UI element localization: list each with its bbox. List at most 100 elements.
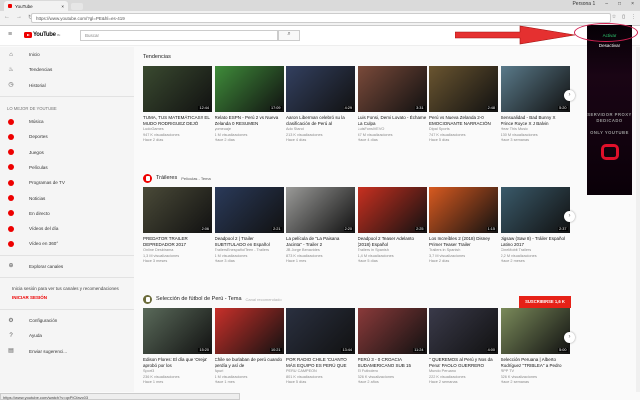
sidebar-item-tendencias[interactable]: ♨ Tendencias xyxy=(0,62,134,77)
shelf-title[interactable]: Tráileres xyxy=(156,175,177,181)
video-title[interactable]: Deadpool 2 Teaser Adelanto (2018) Españo… xyxy=(358,236,427,248)
video-title[interactable]: Perú vs Nueva Zelanda 2-0 EMOCIONANTE NA… xyxy=(429,115,498,127)
video-card[interactable]: 4:00 " QUEREMOS al Perú y Nos da Pena' PA… xyxy=(429,308,498,386)
sidebar-item-m-sica[interactable]: Música xyxy=(0,114,134,129)
browser-tab[interactable]: YouTube × xyxy=(4,1,68,11)
video-thumbnail[interactable]: 1:15 xyxy=(429,187,498,233)
next-arrow-button[interactable]: › xyxy=(564,211,575,222)
video-title[interactable]: Selección Peruana | Alberto Rodríguez "T… xyxy=(501,357,570,369)
video-thumbnail[interactable]: 2:37 xyxy=(500,187,570,233)
shelf-title[interactable]: Selección de fútbol de Perú - Tema xyxy=(156,296,242,302)
sidebar-item-noticias[interactable]: Noticias xyxy=(0,190,134,205)
video-title[interactable]: La película de "La Paisana Jacinta" - Tr… xyxy=(286,236,355,248)
search-button[interactable]: ⌕ xyxy=(278,30,300,41)
next-arrow-button[interactable]: › xyxy=(564,90,575,101)
sidebar-item-pel-culas[interactable]: Películas xyxy=(0,160,134,175)
video-thumbnail[interactable]: 4:29 xyxy=(286,66,355,112)
video-thumbnail[interactable]: 10:21 xyxy=(214,308,284,354)
video-card[interactable]: 5:20 Sensualidad - Bad Bunny X Prince Roy… xyxy=(500,66,570,144)
video-title[interactable]: Los Increíbles 2 (2018) Disney Primer Te… xyxy=(429,236,498,248)
video-thumbnail[interactable]: 11:24 xyxy=(357,308,427,354)
profile-button[interactable]: Persona 1 xyxy=(572,1,595,7)
sidebar-item-deportes[interactable]: Deportes xyxy=(0,129,134,144)
shelf-subtitle[interactable]: Películas - Tema xyxy=(181,176,211,181)
video-title[interactable]: POR RADIO CHILE 'CUANTO MÁS EQUIPO ES PE… xyxy=(286,357,355,369)
deactivate-button[interactable]: Desactivar xyxy=(587,43,632,48)
url-input[interactable]: https://www.youtube.com/?gl=PE&hl=es-419 xyxy=(31,13,611,23)
minimize-icon[interactable]: – xyxy=(605,1,608,7)
video-title[interactable]: " QUEREMOS al Perú y Nos da Pena' PAOLO … xyxy=(429,357,498,369)
video-thumbnail[interactable]: 2:48 xyxy=(429,66,498,112)
video-title[interactable]: Sensualidad - Bad Bunny X Prince Royce X… xyxy=(501,115,570,127)
sidebar-item-v-deos-del-d-a[interactable]: Vídeos del día xyxy=(0,221,134,236)
video-card[interactable]: 11:24 PERÚ 3 - 0 CROACIA SUDAMERICANO SUB… xyxy=(357,308,427,386)
video-title[interactable]: PREDATOR TRAILER DEPREDADOR 2017 xyxy=(143,236,212,248)
video-thumbnail[interactable]: 3:31 xyxy=(357,66,427,112)
video-title[interactable]: TUMA, TUS MATEMÁTICAS!! EL MUDO RODRIGUE… xyxy=(143,115,212,127)
browser-menu-icon[interactable]: ⋮ xyxy=(631,14,636,20)
video-title[interactable]: Jigsaw (Saw 8) - Tráiler Español Latino … xyxy=(501,236,570,248)
video-thumbnail[interactable]: 13:44 xyxy=(286,308,355,354)
video-card[interactable]: 2:20 La película de "La Paisana Jacinta" … xyxy=(286,187,355,265)
video-card[interactable]: 2:37 Jigsaw (Saw 8) - Tráiler Español Lat… xyxy=(500,187,570,265)
maximize-icon[interactable]: □ xyxy=(618,1,621,7)
sidebar-item-configuraci-n[interactable]: ⚙ Configuración xyxy=(0,313,134,328)
video-card[interactable]: 17:09 Relato ESPN - Perú 2 vs Nueva Zelan… xyxy=(214,66,284,144)
video-thumbnail[interactable]: 17:09 xyxy=(214,66,284,112)
video-thumbnail[interactable]: 12:44 xyxy=(143,66,212,112)
sidebar-item-v-deo-en-360-[interactable]: Vídeo en 360° xyxy=(0,236,134,251)
hamburger-menu-icon[interactable]: ≡ xyxy=(8,31,12,38)
video-title[interactable]: PERÚ 3 - 0 CROACIA SUDAMERICANO SUB 15 xyxy=(358,357,427,369)
shelf-title[interactable]: Tendencias xyxy=(143,54,171,60)
sidebar-item-programas-de-tv[interactable]: Programas de TV xyxy=(0,175,134,190)
video-card[interactable]: 2:21 Deadpool 2 | Trailer SUBTITULADO en … xyxy=(214,187,284,265)
video-thumbnail[interactable]: 5:20 xyxy=(500,66,570,112)
video-title[interactable]: Chile se burlaban de perú cuando perdía … xyxy=(215,357,284,369)
youtube-logo[interactable]: YouTube PE xyxy=(24,32,60,38)
video-thumbnail[interactable]: 2:20 xyxy=(286,187,355,233)
sidebar-item-en-directo[interactable]: En directo xyxy=(0,206,134,221)
video-card[interactable]: 3:31 Luis Fonsi, Demi Lovato - Échame La … xyxy=(357,66,427,144)
channel-avatar-icon[interactable] xyxy=(143,173,152,183)
sidebar-item-explore-channels[interactable]: ⊕ Explorar canales xyxy=(0,259,134,274)
video-card[interactable]: 2:25 Deadpool 2 Teaser Adelanto (2018) Es… xyxy=(357,187,427,265)
video-card[interactable]: 4:29 Aaron Liberman celebró su la clasifi… xyxy=(286,66,355,144)
channel-avatar-icon[interactable] xyxy=(143,294,152,304)
video-card[interactable]: 13:44 POR RADIO CHILE 'CUANTO MÁS EQUIPO … xyxy=(286,308,355,386)
sidebar-item-historial[interactable]: ◷ Historial xyxy=(0,78,134,93)
video-card[interactable]: 10:21 Chile se burlaban de perú cuando pe… xyxy=(214,308,284,386)
forward-icon[interactable]: → xyxy=(16,14,22,21)
video-title[interactable]: Aaron Liberman celebró su la clasificaci… xyxy=(286,115,355,127)
video-thumbnail[interactable]: 5:00 xyxy=(500,308,570,354)
video-card[interactable]: 12:44 TUMA, TUS MATEMÁTICAS!! EL MUDO ROD… xyxy=(143,66,212,144)
video-title[interactable]: Relato ESPN - Perú 2 vs Nueva Zelanda 0 … xyxy=(215,115,284,127)
sidebar-item-enviar-sugerenci-[interactable]: ▤ Enviar sugerenci... xyxy=(0,343,134,358)
close-window-icon[interactable]: × xyxy=(631,1,634,7)
video-card[interactable]: 15:20 Edison Flores: El día que 'Oreja' a… xyxy=(143,308,212,386)
star-icon[interactable]: ☆ xyxy=(612,14,616,20)
video-thumbnail[interactable]: 15:20 xyxy=(143,308,212,354)
new-tab-button[interactable] xyxy=(71,3,83,10)
next-arrow-button[interactable]: › xyxy=(564,332,575,343)
sidebar-item-juegos[interactable]: Juegos xyxy=(0,144,134,159)
video-card[interactable]: 5:00 Selección Peruana | Alberto Rodrígue… xyxy=(500,308,570,386)
video-thumbnail[interactable]: 2:06 xyxy=(143,187,212,233)
video-card[interactable]: 2:06 PREDATOR TRAILER DEPREDADOR 2017 Onli… xyxy=(143,187,212,265)
video-thumbnail[interactable]: 2:21 xyxy=(214,187,284,233)
video-thumbnail[interactable]: 2:25 xyxy=(357,187,427,233)
video-title[interactable]: Luis Fonsi, Demi Lovato - Échame La Culp… xyxy=(358,115,427,127)
search-input[interactable]: Buscar xyxy=(80,30,278,41)
video-thumbnail[interactable]: 4:00 xyxy=(429,308,498,354)
video-title[interactable]: Edison Flores: El día que 'Oreja' aprobó… xyxy=(143,357,212,369)
video-card[interactable]: 2:48 Perú vs Nueva Zelanda 2-0 EMOCIONANT… xyxy=(429,66,498,144)
subscribe-button[interactable]: SUSCRIBIRSE 1,6 K xyxy=(519,296,571,308)
video-title[interactable]: Deadpool 2 | Trailer SUBTITULADO en Espa… xyxy=(215,236,284,248)
sidebar-item-inicio[interactable]: ⌂ Inicio xyxy=(0,47,134,62)
signin-link[interactable]: INICIAR SESIÓN xyxy=(0,293,134,306)
extension-icon[interactable]: ▯ xyxy=(622,14,625,20)
video-card[interactable]: 1:15 Los Increíbles 2 (2018) Disney Prime… xyxy=(429,187,498,265)
sidebar-item-ayuda[interactable]: ? Ayuda xyxy=(0,328,134,343)
back-icon[interactable]: ← xyxy=(4,14,10,21)
close-tab-icon[interactable]: × xyxy=(61,4,64,9)
scrollbar[interactable] xyxy=(636,47,640,392)
